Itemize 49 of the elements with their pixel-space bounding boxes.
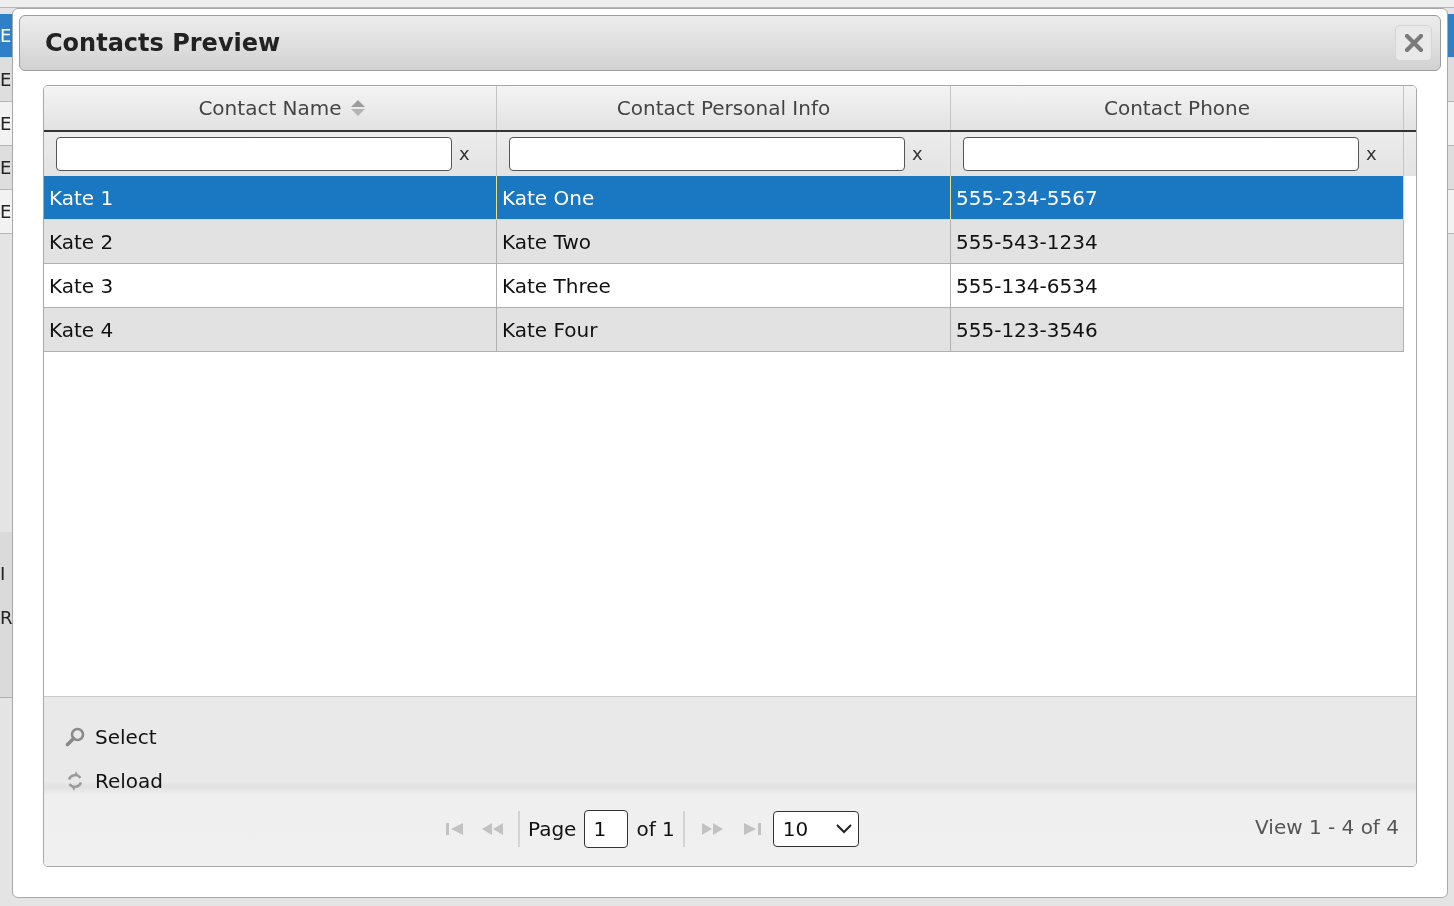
background-text: E [0,114,12,133]
table-cell: Kate 2 [49,231,114,252]
table-cell: 555-134-6534 [956,275,1098,296]
background-text: E [0,26,12,45]
page-input[interactable]: 1 [584,810,629,848]
reload-button[interactable]: Reload [65,766,164,796]
background-text: E [0,202,12,221]
table-cell: Kate One [502,187,595,208]
column-header[interactable]: Contact Personal Info [497,86,951,130]
double-arrow-right-icon [700,823,723,835]
close-button[interactable] [1395,25,1432,61]
clear-filter-button[interactable]: x [1366,145,1377,163]
table-cell: Kate 3 [49,275,114,296]
page-label: Page [528,816,577,843]
table-cell: Kate Four [502,319,598,340]
background-text: E [0,70,12,89]
chevron-down-icon [835,824,852,834]
background-text: R [0,609,13,627]
background-text: I [0,565,6,583]
filter-input[interactable] [56,137,452,171]
table-cell: 555-234-5567 [956,187,1098,208]
table-row[interactable]: Kate 4 Kate Four 555-123-3546 [44,308,1404,352]
clear-filter-button[interactable]: x [459,145,470,163]
column-header[interactable]: Contact Name [44,86,497,130]
filter-input[interactable] [509,137,905,171]
skip-back-icon [446,823,464,835]
table-cell: Kate 4 [49,319,114,340]
table-cell: Kate Two [502,231,592,252]
filter-input[interactable] [963,137,1359,171]
clear-filter-button[interactable]: x [912,145,923,163]
table-row[interactable]: Kate 1 Kate One 555-234-5567 [44,176,1404,220]
page-size-select[interactable]: 10 [772,811,859,847]
table-cell: 555-123-3546 [956,319,1098,340]
refresh-icon [65,770,85,792]
column-header[interactable]: Contact Phone [951,86,1404,130]
search-icon [65,727,85,747]
table-row[interactable]: Kate 3 Kate Three 555-134-6534 [44,264,1404,308]
table-row[interactable]: Kate 2 Kate Two 555-543-1234 [44,220,1404,264]
skip-forward-icon [742,823,761,835]
background-text: E [0,158,12,177]
close-icon [1404,34,1423,52]
dialog-title: Contacts Preview [45,28,281,59]
record-count-text: View 1 - 4 of 4 [1255,814,1399,841]
table-cell: Kate Three [502,275,611,296]
table-cell: 555-543-1234 [956,231,1098,252]
page-count-label: of 1 [636,816,675,843]
table-cell: Kate 1 [49,187,114,208]
select-button[interactable]: Select [65,722,157,752]
double-arrow-left-icon [482,823,504,835]
